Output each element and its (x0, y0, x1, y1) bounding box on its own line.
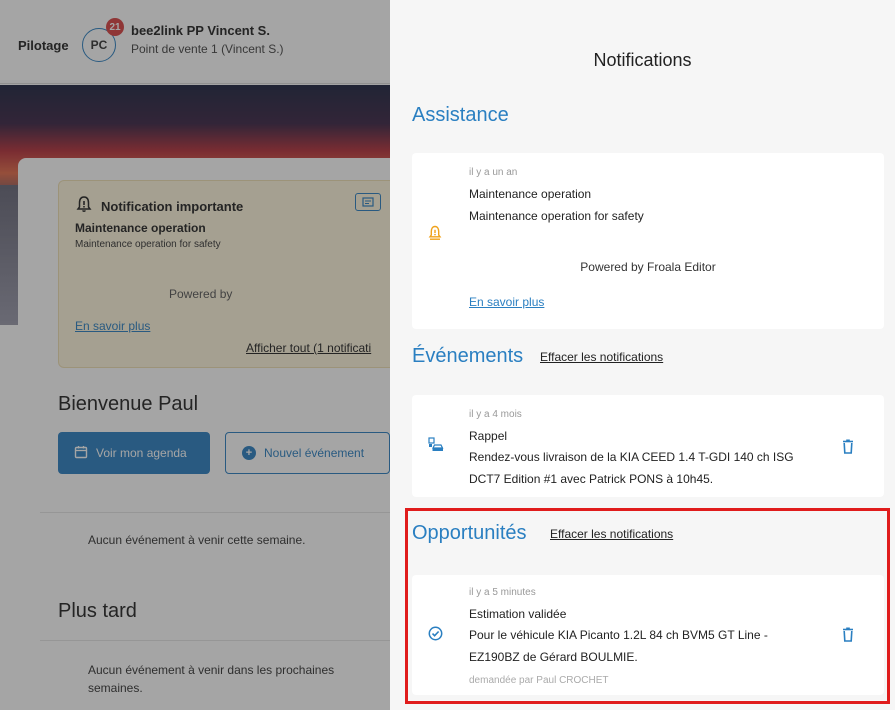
notification-card-event[interactable]: il y a 4 mois Rappel Rendez-vous livrais… (412, 395, 884, 497)
notification-message: Maintenance operation for safety (469, 209, 644, 223)
clear-events-link[interactable]: Effacer les notifications (540, 350, 663, 364)
notification-message: Rendez-vous livraison de la KIA CEED 1.4… (469, 450, 794, 486)
notification-card-assistance[interactable]: il y a un an Maintenance operation Maint… (412, 153, 884, 329)
drawer-header: Notifications (390, 0, 895, 90)
bell-warning-icon (428, 225, 442, 244)
notification-subject: Rappel (469, 429, 508, 443)
section-title-assistance: Assistance (412, 104, 509, 126)
car-event-icon (428, 437, 444, 456)
highlight-frame (405, 508, 890, 704)
notification-time: il y a un an (469, 167, 518, 178)
trash-icon[interactable] (840, 438, 856, 454)
learn-more-link[interactable]: En savoir plus (469, 295, 544, 309)
powered-by-text: Powered by Froala Editor (580, 260, 716, 274)
notification-time: il y a 4 mois (469, 409, 522, 420)
section-title-events: Événements (412, 345, 524, 367)
drawer-title: Notifications (593, 50, 692, 70)
modal-overlay[interactable] (0, 0, 390, 710)
notification-subject: Maintenance operation (469, 187, 592, 201)
